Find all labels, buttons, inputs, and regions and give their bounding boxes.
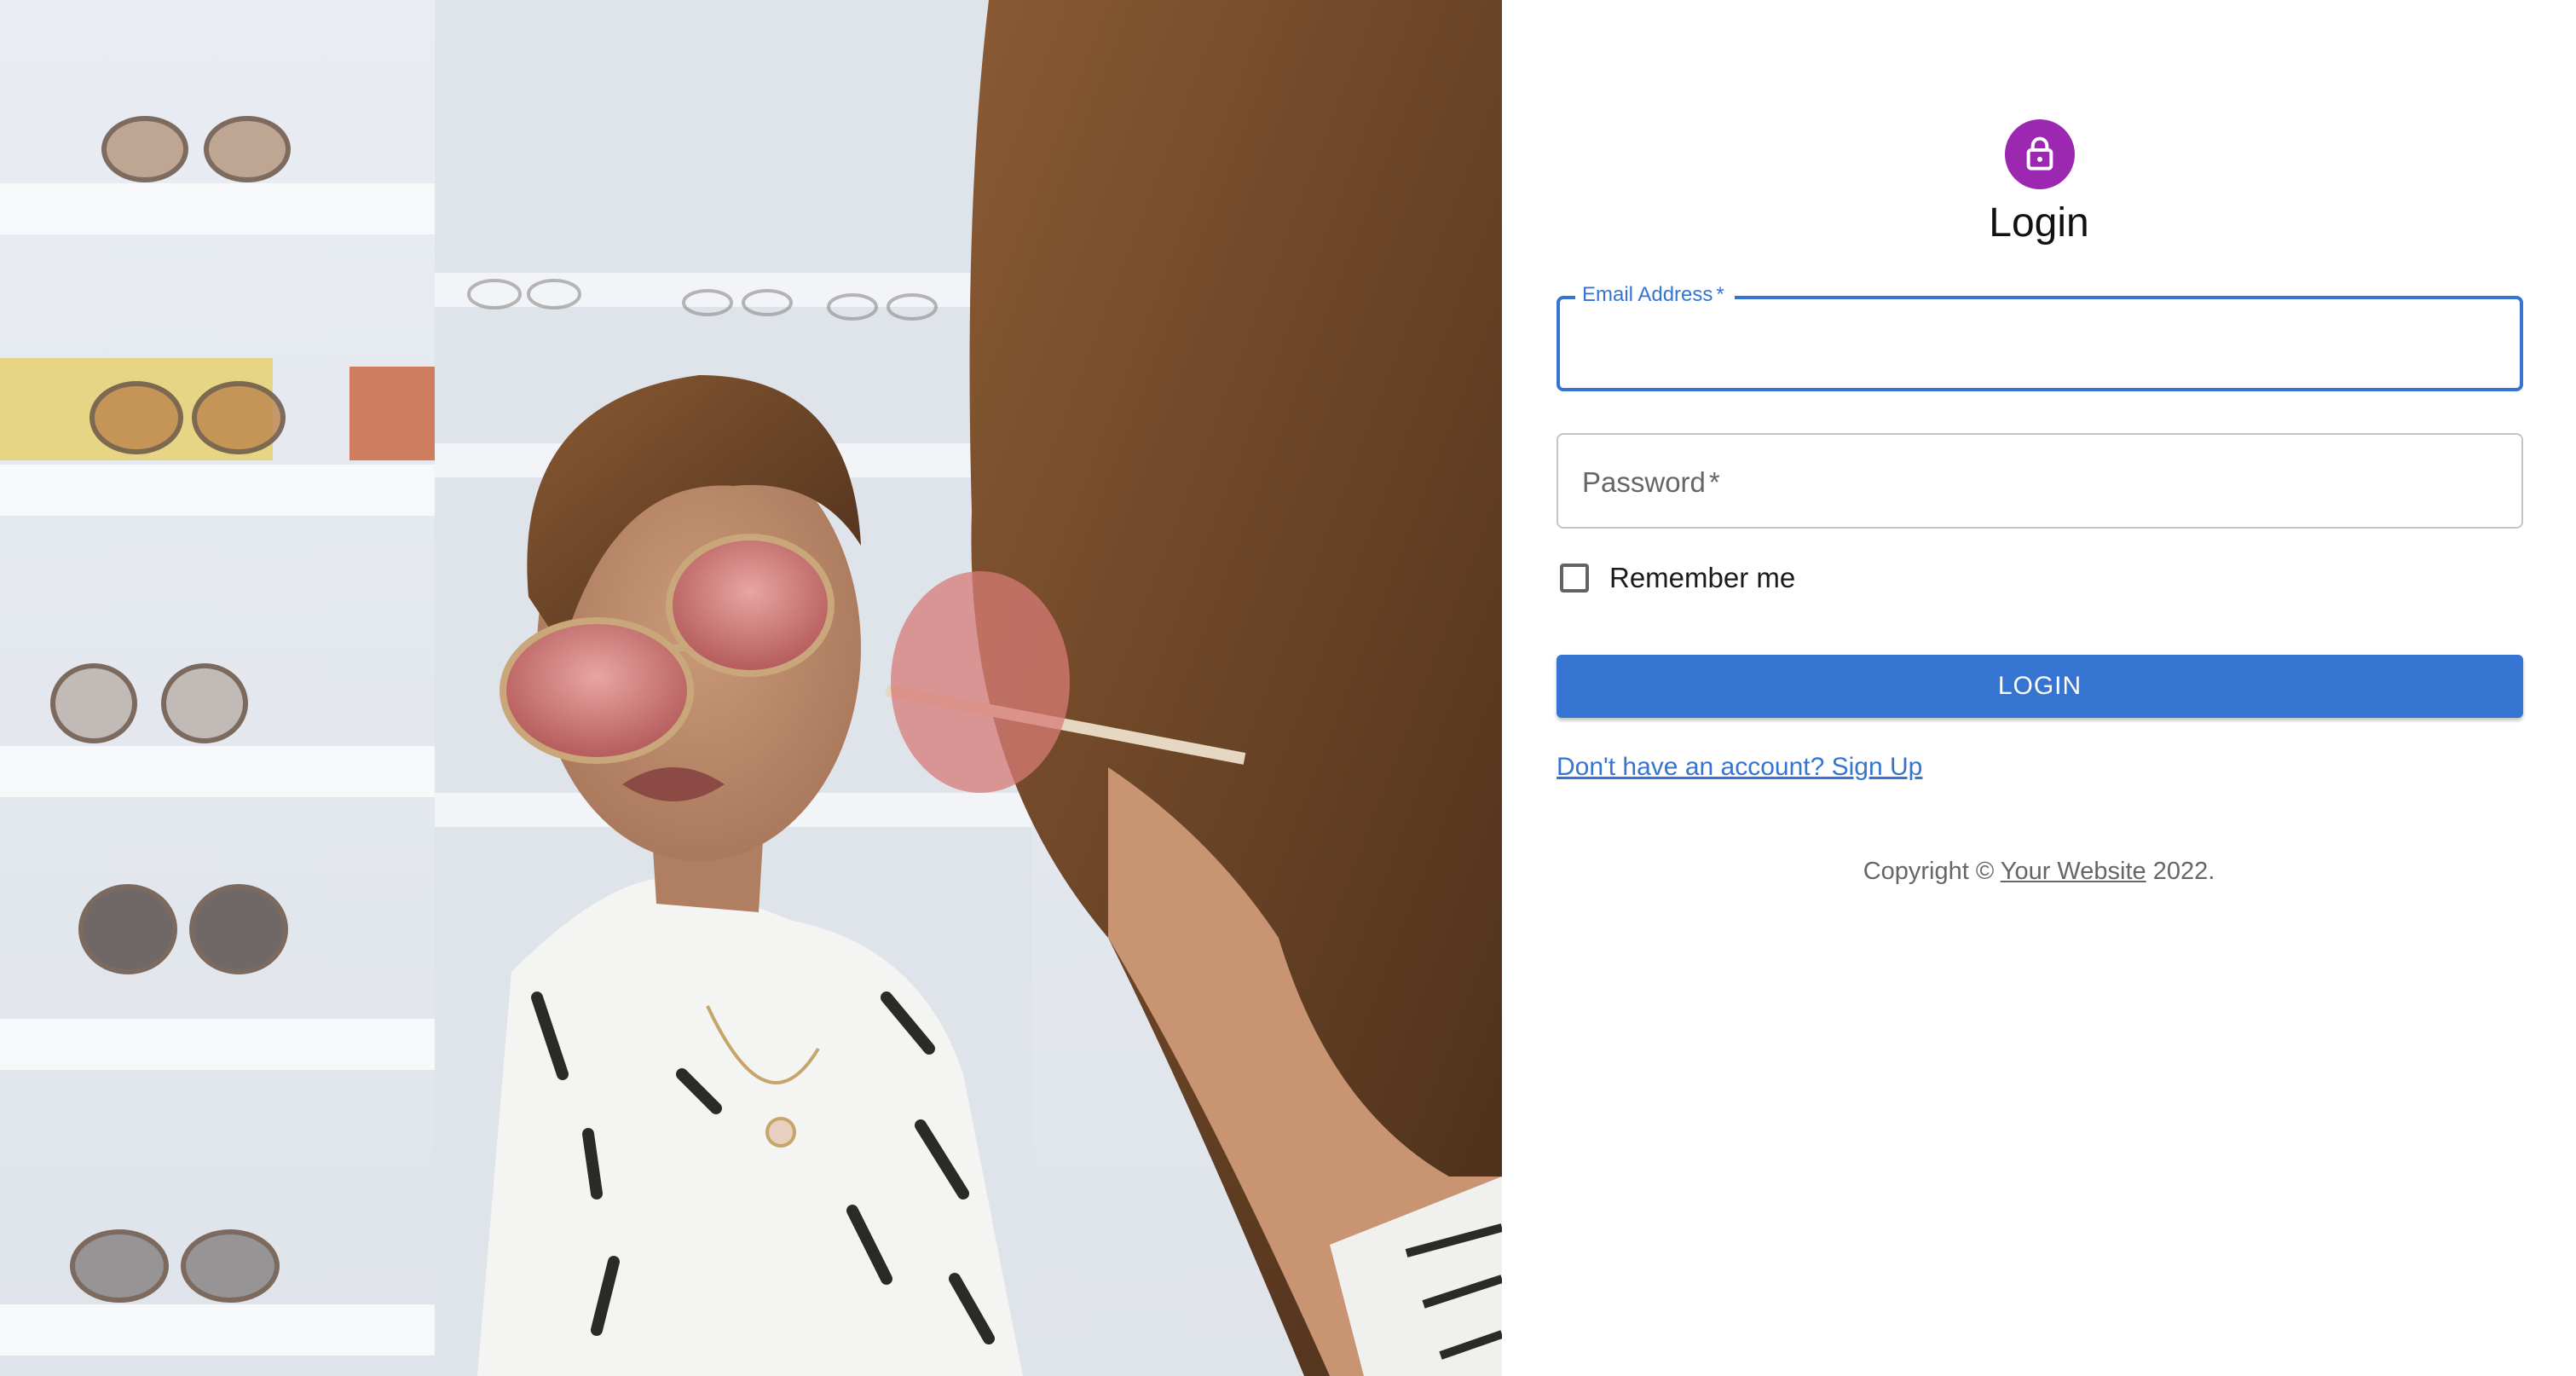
- copyright-prefix: Copyright ©: [1863, 858, 2001, 885]
- copyright-suffix: 2022.: [2146, 858, 2215, 885]
- remember-me[interactable]: Remember me: [1557, 561, 1795, 595]
- password-field[interactable]: Password *: [1557, 433, 2523, 529]
- hero-photo-illustration: [0, 0, 1502, 1376]
- hero-image: [0, 0, 1502, 1376]
- page-title: Login: [1989, 200, 2089, 246]
- email-field[interactable]: Email Address *: [1557, 282, 2523, 391]
- website-link[interactable]: Your Website: [2001, 858, 2146, 885]
- signup-link[interactable]: Don't have an account? Sign Up: [1557, 750, 1922, 784]
- copyright: Copyright © Your Website 2022.: [1502, 854, 2576, 888]
- remember-me-label[interactable]: Remember me: [1609, 562, 1795, 594]
- login-button[interactable]: LOGIN: [1557, 655, 2523, 718]
- remember-me-checkbox[interactable]: [1560, 564, 1589, 593]
- email-input[interactable]: [1560, 299, 2520, 388]
- lock-avatar: [2005, 119, 2075, 189]
- lock-icon: [2026, 136, 2053, 171]
- password-input[interactable]: [1558, 435, 2521, 527]
